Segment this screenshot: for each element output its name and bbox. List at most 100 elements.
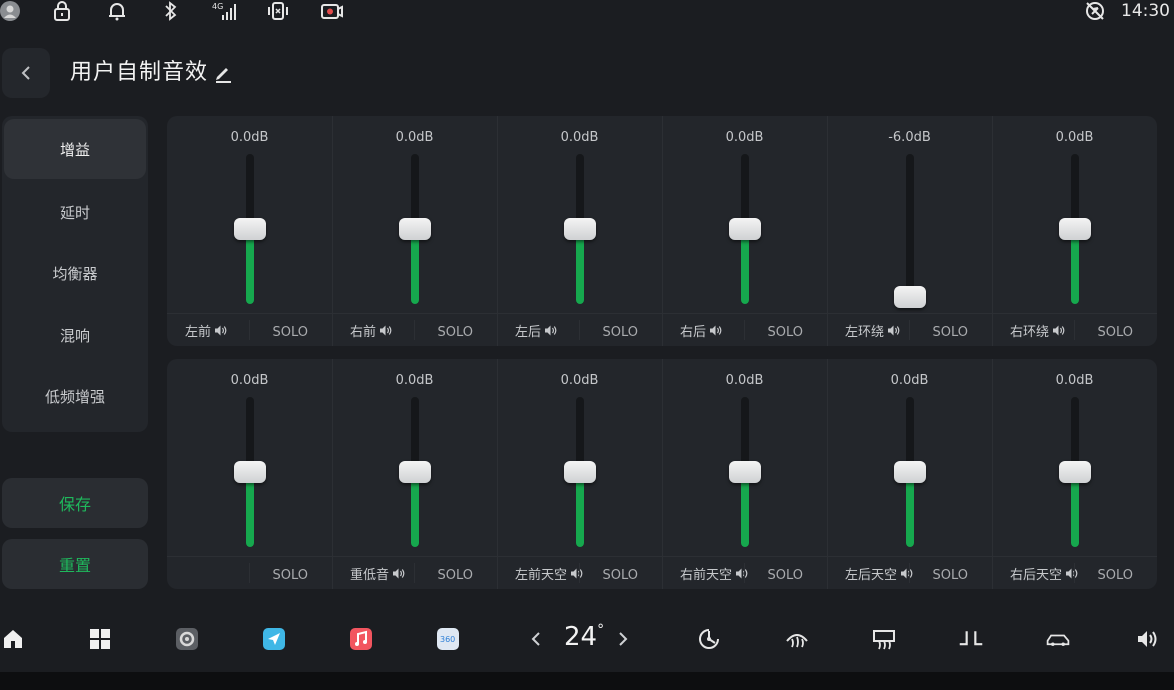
front-defrost-icon[interactable] xyxy=(871,626,897,652)
gain-slider-handle[interactable] xyxy=(1059,461,1091,483)
solo-button[interactable]: SOLO xyxy=(438,325,474,340)
footer-divider xyxy=(744,320,745,340)
screen-record-icon xyxy=(320,0,344,22)
temp-increase-icon[interactable] xyxy=(610,626,636,652)
channel-mute-toggle[interactable]: 左前天空 xyxy=(515,564,583,583)
reset-button[interactable]: 重置 xyxy=(2,539,148,589)
channel-mute-toggle[interactable]: 右后 xyxy=(680,321,722,340)
solo-button[interactable]: SOLO xyxy=(603,568,639,583)
channel-label: 右后 xyxy=(680,325,707,340)
car-icon[interactable] xyxy=(1045,626,1071,652)
gain-slider-fill xyxy=(906,472,914,547)
clock: 14:30 xyxy=(1121,1,1170,21)
channel-mute-toggle[interactable]: 左环绕 xyxy=(845,321,900,340)
channel-strip: 0.0dB 右环绕 SOLO xyxy=(992,116,1157,346)
dock-bar: 360 24° xyxy=(0,608,1174,672)
solo-button[interactable]: SOLO xyxy=(1098,568,1134,583)
no-location-icon xyxy=(1083,0,1107,22)
gain-slider-handle[interactable] xyxy=(894,286,926,308)
speaker-icon xyxy=(545,325,557,336)
column-divider xyxy=(992,359,993,589)
channel-label: 左环绕 xyxy=(845,325,885,340)
channel-label: 右环绕 xyxy=(1010,325,1050,340)
gain-slider-handle[interactable] xyxy=(894,461,926,483)
sidebar-item-gain[interactable]: 增益 xyxy=(4,119,146,179)
column-divider xyxy=(827,116,828,346)
solo-button[interactable]: SOLO xyxy=(768,568,804,583)
channel-strip: -6.0dB 左环绕 SOLO xyxy=(827,116,992,346)
channel-mute-toggle[interactable]: 右环绕 xyxy=(1010,321,1065,340)
music-app-icon[interactable] xyxy=(348,626,374,652)
solo-button[interactable]: SOLO xyxy=(603,325,639,340)
navigation-app-icon[interactable] xyxy=(261,626,287,652)
channel-mute-toggle[interactable]: 重低音 xyxy=(350,564,405,583)
channel-mute-toggle[interactable]: 左后 xyxy=(515,321,557,340)
gain-slider-handle[interactable] xyxy=(564,461,596,483)
channel-panel-top: 0.0dB 左前 SOLO 0.0dB 右前 SOLO 0.0dB 左后 SOLO 0.0dB 右后… xyxy=(167,116,1157,346)
channel-mute-toggle[interactable]: 右后天空 xyxy=(1010,564,1078,583)
avatar-icon[interactable] xyxy=(0,0,20,22)
channel-label: 左后 xyxy=(515,325,542,340)
solo-button[interactable]: SOLO xyxy=(1098,325,1134,340)
sidebar-item-equalizer[interactable]: 均衡器 xyxy=(2,243,148,303)
gain-slider-handle[interactable] xyxy=(729,461,761,483)
save-button[interactable]: 保存 xyxy=(2,478,148,528)
gain-slider-handle[interactable] xyxy=(234,218,266,240)
lock-icon xyxy=(52,0,72,22)
temp-decrease-icon[interactable] xyxy=(523,626,549,652)
camera-360-icon[interactable]: 360 xyxy=(435,626,461,652)
gain-slider-handle[interactable] xyxy=(564,218,596,240)
gain-value: 0.0dB xyxy=(395,373,434,388)
gain-slider-handle[interactable] xyxy=(234,461,266,483)
channel-mute-toggle[interactable]: 左前 xyxy=(185,321,227,340)
sidebar-item-bass-boost[interactable]: 低频增强 xyxy=(2,366,148,426)
footer-divider xyxy=(744,563,745,583)
channel-strip: 0.0dB 重低音 SOLO xyxy=(332,359,497,589)
channel-mute-toggle[interactable]: 右前 xyxy=(350,321,392,340)
solo-button[interactable]: SOLO xyxy=(933,325,969,340)
footer-line xyxy=(167,313,1157,314)
solo-button[interactable]: SOLO xyxy=(768,325,804,340)
speaker-icon xyxy=(571,568,583,579)
gain-slider-fill xyxy=(411,229,419,304)
gain-slider-handle[interactable] xyxy=(1059,218,1091,240)
bottom-strip xyxy=(0,672,1174,690)
home-icon[interactable] xyxy=(0,626,26,652)
solo-button[interactable]: SOLO xyxy=(273,568,309,583)
gain-slider-handle[interactable] xyxy=(399,218,431,240)
channel-strip: 0.0dB 右前 SOLO xyxy=(332,116,497,346)
apps-grid-icon[interactable] xyxy=(87,626,113,652)
gain-slider-fill xyxy=(246,472,254,547)
gain-slider-fill xyxy=(741,472,749,547)
gain-value: 0.0dB xyxy=(1055,373,1094,388)
channel-strip: 0.0dB 左后天空 SOLO xyxy=(827,359,992,589)
edit-icon[interactable] xyxy=(213,63,233,83)
column-divider xyxy=(332,116,333,346)
sidebar-item-reverb[interactable]: 混响 xyxy=(2,305,148,365)
speaker-icon xyxy=(1053,325,1065,336)
rear-defrost-icon[interactable] xyxy=(784,626,810,652)
channel-mute-toggle[interactable]: 左后天空 xyxy=(845,564,913,583)
seat-icon[interactable] xyxy=(958,626,984,652)
channel-strip: 0.0dB SOLO xyxy=(167,359,332,589)
solo-button[interactable]: SOLO xyxy=(933,568,969,583)
solo-button[interactable]: SOLO xyxy=(438,568,474,583)
fan-icon[interactable] xyxy=(696,626,722,652)
gain-slider-handle[interactable] xyxy=(399,461,431,483)
volume-icon[interactable] xyxy=(1134,626,1160,652)
gain-value: 0.0dB xyxy=(395,130,434,145)
solo-button[interactable]: SOLO xyxy=(273,325,309,340)
gain-slider-track[interactable] xyxy=(906,154,914,304)
speaker-icon xyxy=(215,325,227,336)
channel-strip: 0.0dB 左前 SOLO xyxy=(167,116,332,346)
sidebar-item-delay[interactable]: 延时 xyxy=(2,182,148,242)
footer-divider xyxy=(909,563,910,583)
gain-slider-handle[interactable] xyxy=(729,218,761,240)
gain-value: 0.0dB xyxy=(725,130,764,145)
back-button[interactable] xyxy=(2,48,50,98)
channel-panel-bottom: 0.0dB SOLO 0.0dB 重低音 SOLO 0.0dB 左前天空 SOLO 0.0dB 右… xyxy=(167,359,1157,589)
bell-icon xyxy=(106,0,128,22)
channel-mute-toggle[interactable]: 右前天空 xyxy=(680,564,748,583)
channel-label: 左前 xyxy=(185,325,212,340)
settings-app-icon[interactable] xyxy=(174,626,200,652)
